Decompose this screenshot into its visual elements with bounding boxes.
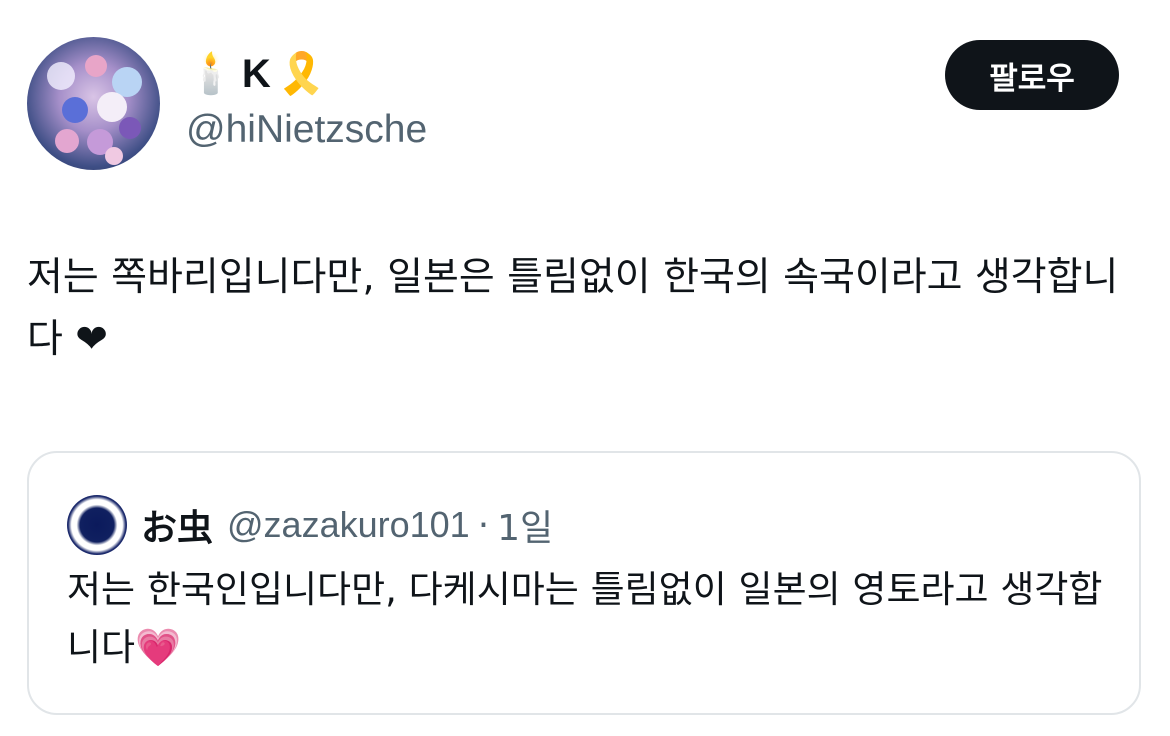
- tweet-text: 저는 쪽바리입니다만, 일본은 틀림없이 한국의 속국이라고 생각합니다 ❤: [27, 255, 1119, 362]
- quoted-tweet-text: 저는 한국인입니다만, 다케시마는 틀림없이 일본의 영토라고 생각합니다💗: [67, 568, 1103, 669]
- author-display-name[interactable]: K: [242, 52, 271, 97]
- quoted-tweet-header: お虫 @zazakuro101 · 1일: [141, 495, 553, 555]
- quoted-author-handle: @zazakuro101: [227, 504, 470, 545]
- candle-icon: 🕯️: [186, 51, 236, 97]
- quoted-author-avatar[interactable]: [67, 495, 127, 555]
- quoted-tweet-card[interactable]: お虫 @zazakuro101 · 1일 저는 한국인입니다만, 다케시마는 틀…: [27, 451, 1141, 715]
- author-handle[interactable]: @hiNietzsche: [186, 108, 427, 152]
- quoted-author-display-name: お虫: [141, 508, 214, 549]
- ribbon-icon: 🎗️: [276, 51, 327, 97]
- follow-button[interactable]: 팔로우: [945, 40, 1119, 110]
- separator-dot: ·: [477, 504, 490, 546]
- author-name-row[interactable]: 🕯️ K 🎗️: [186, 44, 327, 104]
- author-avatar[interactable]: [27, 37, 160, 170]
- quoted-tweet-timestamp[interactable]: 1일: [497, 499, 553, 551]
